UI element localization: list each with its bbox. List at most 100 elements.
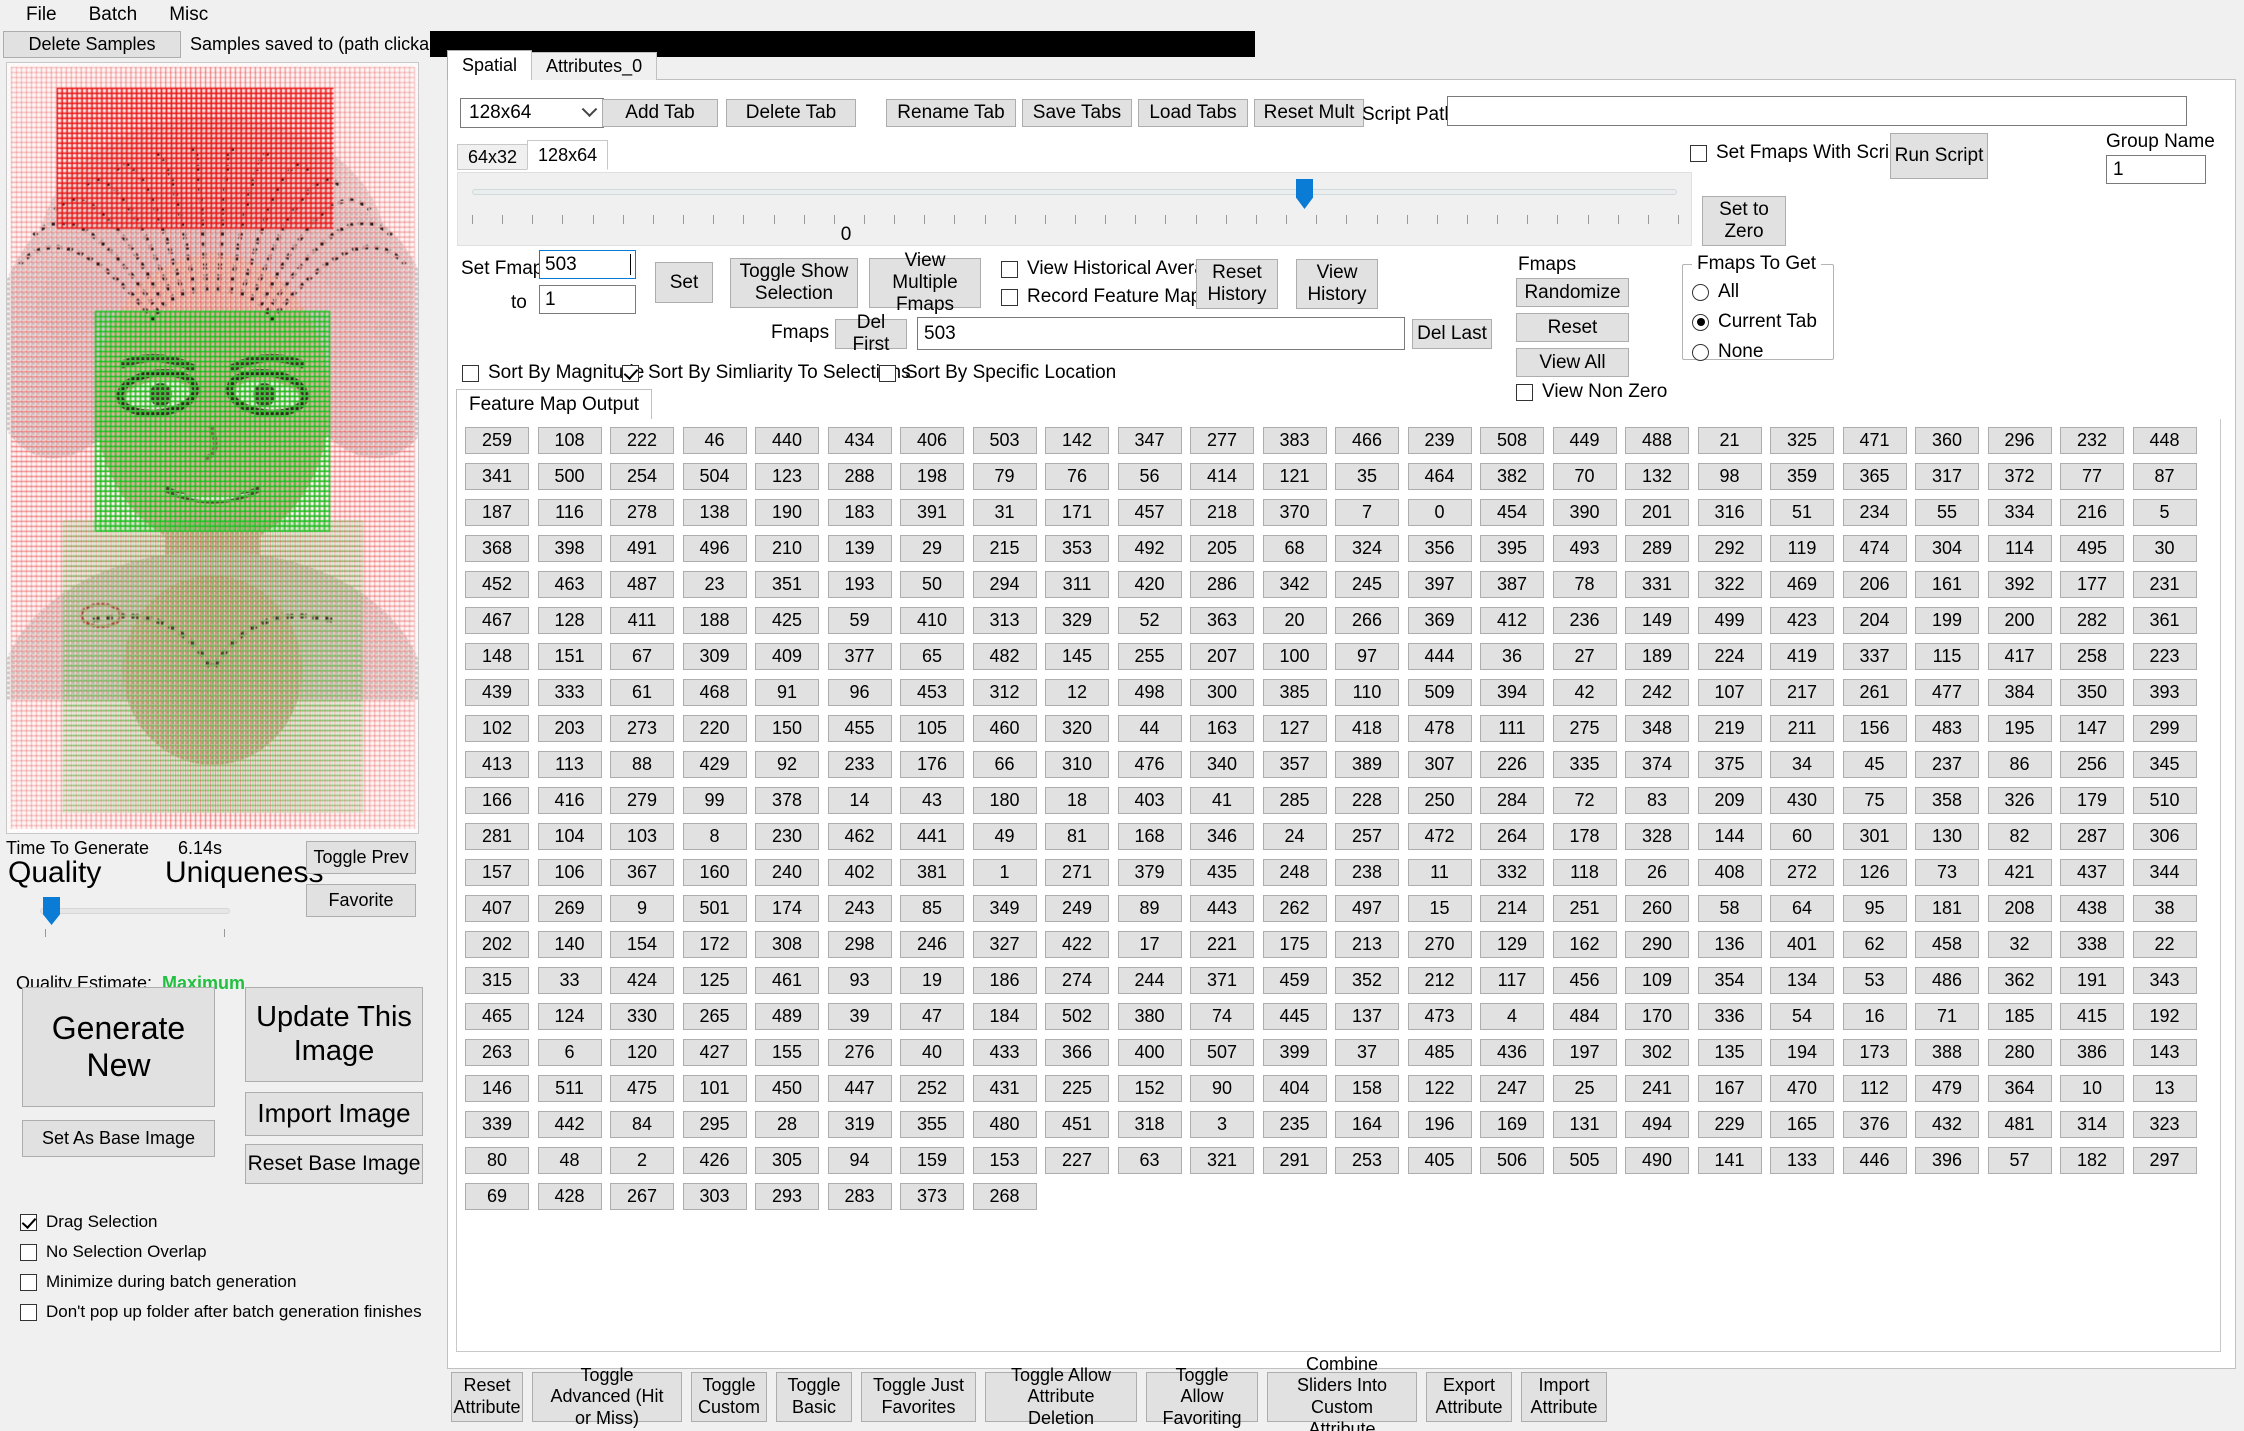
fmap-cell[interactable]: 75 (1843, 787, 1907, 814)
fmap-cell[interactable]: 180 (973, 787, 1037, 814)
fmap-cell[interactable]: 365 (1843, 463, 1907, 490)
fmap-cell[interactable]: 237 (1915, 751, 1979, 778)
fmap-cell[interactable]: 245 (1335, 571, 1399, 598)
randomize-button[interactable]: Randomize (1516, 278, 1629, 307)
fmap-cell[interactable]: 49 (973, 823, 1037, 850)
fmap-cell[interactable]: 37 (1335, 1039, 1399, 1066)
fmap-cell[interactable]: 459 (1263, 967, 1327, 994)
fmap-cell[interactable]: 261 (1843, 679, 1907, 706)
bottom-button[interactable]: Toggle AllowAttribute Deletion (985, 1372, 1137, 1422)
fmap-cell[interactable]: 12 (1045, 679, 1109, 706)
fmap-cell[interactable]: 292 (1698, 535, 1762, 562)
fmap-cell[interactable]: 487 (610, 571, 674, 598)
fmap-cell[interactable]: 30 (2133, 535, 2197, 562)
fmap-cell[interactable]: 402 (828, 859, 892, 886)
fmap-cell[interactable]: 21 (1698, 427, 1762, 454)
run-script-button[interactable]: Run Script (1890, 133, 1988, 179)
fmap-cell[interactable]: 254 (610, 463, 674, 490)
fmap-cell[interactable]: 139 (828, 535, 892, 562)
fmap-cell[interactable]: 25 (1553, 1075, 1617, 1102)
fmap-cell[interactable]: 65 (900, 643, 964, 670)
fmap-cell[interactable]: 256 (2060, 751, 2124, 778)
fmap-cell[interactable]: 351 (755, 571, 819, 598)
bottom-button[interactable]: Combine Sliders IntoCustom Attribute (1267, 1372, 1417, 1422)
fmap-cell[interactable]: 260 (1625, 895, 1689, 922)
fmap-cell[interactable]: 143 (2133, 1039, 2197, 1066)
radio-icon[interactable] (1692, 284, 1709, 301)
checkbox-icon[interactable] (1516, 384, 1533, 401)
fmap-cell[interactable]: 339 (465, 1111, 529, 1138)
fmap-cell[interactable]: 490 (1625, 1147, 1689, 1174)
fmap-cell[interactable]: 364 (1988, 1075, 2052, 1102)
fmap-cell[interactable]: 95 (1843, 895, 1907, 922)
checkbox-dont-pop-up-folder[interactable]: Don't pop up folder after batch generati… (20, 1302, 422, 1322)
fmap-cell[interactable]: 288 (828, 463, 892, 490)
fmap-cell[interactable]: 429 (683, 751, 747, 778)
fmap-cell[interactable]: 205 (1190, 535, 1254, 562)
fmap-cell[interactable]: 398 (538, 535, 602, 562)
fmap-cell[interactable]: 387 (1480, 571, 1544, 598)
fmap-cell[interactable]: 453 (900, 679, 964, 706)
fmap-cell[interactable]: 51 (1770, 499, 1834, 526)
fmap-cell[interactable]: 320 (1045, 715, 1109, 742)
fmap-cell[interactable]: 298 (828, 931, 892, 958)
fmap-cell[interactable]: 328 (1625, 823, 1689, 850)
bottom-button[interactable]: ToggleCustom (691, 1372, 767, 1422)
fmap-cell[interactable]: 304 (1915, 535, 1979, 562)
fmap-cell[interactable]: 146 (465, 1075, 529, 1102)
fmap-cell[interactable]: 113 (538, 751, 602, 778)
fmap-cell[interactable]: 211 (1770, 715, 1834, 742)
fmap-cell[interactable]: 305 (755, 1147, 819, 1174)
fmap-cell[interactable]: 474 (1843, 535, 1907, 562)
fmap-cell[interactable]: 478 (1408, 715, 1472, 742)
fmap-cell[interactable]: 380 (1118, 1003, 1182, 1030)
fmap-cell[interactable]: 121 (1263, 463, 1327, 490)
fmap-cell[interactable]: 374 (1625, 751, 1689, 778)
fmap-cell[interactable]: 285 (1263, 787, 1327, 814)
fmap-cell[interactable]: 291 (1263, 1147, 1327, 1174)
fmap-cell[interactable]: 259 (465, 427, 529, 454)
fmap-cell[interactable]: 337 (1843, 643, 1907, 670)
fmap-cell[interactable]: 163 (1190, 715, 1254, 742)
fmap-cell[interactable]: 123 (755, 463, 819, 490)
fmap-cell[interactable]: 142 (1045, 427, 1109, 454)
fmap-cell[interactable]: 271 (1045, 859, 1109, 886)
fmap-cell[interactable]: 250 (1408, 787, 1472, 814)
fmap-cell[interactable]: 42 (1553, 679, 1617, 706)
fmap-cell[interactable]: 188 (683, 607, 747, 634)
fmap-cell[interactable]: 144 (1698, 823, 1762, 850)
fmap-cell[interactable]: 370 (1263, 499, 1327, 526)
fmap-cell[interactable]: 195 (1988, 715, 2052, 742)
fmap-cell[interactable]: 507 (1190, 1039, 1254, 1066)
fmap-cell[interactable]: 501 (683, 895, 747, 922)
fmap-cell[interactable]: 233 (828, 751, 892, 778)
fmap-cell[interactable]: 497 (1335, 895, 1399, 922)
fmap-cell[interactable]: 273 (610, 715, 674, 742)
fmap-cell[interactable]: 152 (1118, 1075, 1182, 1102)
fmap-cell[interactable]: 231 (2133, 571, 2197, 598)
fmap-cell[interactable]: 436 (1480, 1039, 1544, 1066)
fmap-cell[interactable]: 23 (683, 571, 747, 598)
fmap-cell[interactable]: 110 (1335, 679, 1399, 706)
fmap-slider-track[interactable] (472, 189, 1677, 195)
fmap-cell[interactable]: 10 (2060, 1075, 2124, 1102)
fmap-cell[interactable]: 82 (1988, 823, 2052, 850)
fmap-cell[interactable]: 203 (538, 715, 602, 742)
fmap-cell[interactable]: 99 (683, 787, 747, 814)
fmap-cell[interactable]: 343 (2133, 967, 2197, 994)
fmap-cell[interactable]: 373 (900, 1183, 964, 1210)
fmap-cell[interactable]: 416 (538, 787, 602, 814)
fmap-cell[interactable]: 1 (973, 859, 1037, 886)
fmap-cell[interactable]: 508 (1480, 427, 1544, 454)
fmap-cell[interactable]: 201 (1625, 499, 1689, 526)
fmap-cell[interactable]: 503 (973, 427, 1037, 454)
fmap-cell[interactable]: 27 (1553, 643, 1617, 670)
fmap-cell[interactable]: 264 (1480, 823, 1544, 850)
fmap-cell[interactable]: 445 (1263, 1003, 1327, 1030)
fmap-cell[interactable]: 306 (2133, 823, 2197, 850)
radio-icon[interactable] (1692, 344, 1709, 361)
fmap-cell[interactable]: 140 (538, 931, 602, 958)
fmap-cell[interactable]: 100 (1263, 643, 1327, 670)
fmap-cell[interactable]: 129 (1480, 931, 1544, 958)
fmap-cell[interactable]: 20 (1263, 607, 1327, 634)
